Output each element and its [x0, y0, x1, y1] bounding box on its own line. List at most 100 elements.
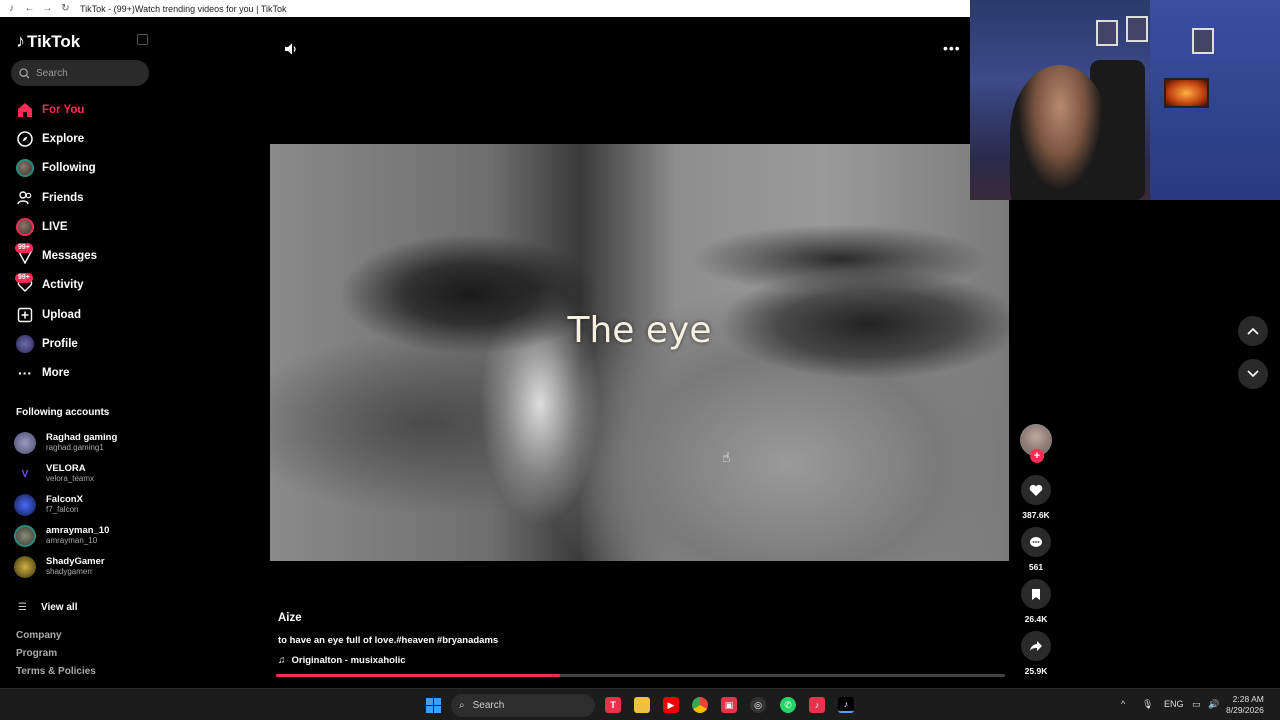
follow-plus-icon[interactable]: + — [1030, 449, 1044, 463]
heart-icon[interactable] — [1021, 475, 1051, 505]
like-action[interactable]: 387.6K — [1016, 475, 1056, 520]
more-options-icon[interactable]: ••• — [943, 40, 961, 56]
nav-item-explore[interactable]: Explore — [0, 124, 160, 153]
app-icon-1[interactable]: T — [605, 697, 621, 713]
bookmark-icon[interactable] — [1021, 579, 1051, 609]
share-action[interactable]: 25.9K — [1016, 631, 1056, 676]
file-explorer-icon[interactable] — [634, 697, 650, 713]
nav-label: LIVE — [42, 220, 68, 233]
display-icon[interactable]: ▭ — [1192, 699, 1201, 710]
app-icon-2[interactable]: ▣ — [721, 697, 737, 713]
nav-label: Activity — [42, 279, 84, 292]
taskbar-search[interactable]: ⌕ Search — [451, 694, 595, 717]
volume-tray-icon[interactable]: 🔊 — [1208, 699, 1219, 710]
search-box[interactable] — [11, 60, 149, 86]
account-item[interactable]: Raghad gaming raghad.gaming1 — [14, 428, 160, 459]
wall-frame — [1096, 20, 1118, 46]
whatsapp-icon[interactable]: ✆ — [780, 697, 796, 713]
clock-date: 8/29/2026 — [1226, 705, 1264, 715]
more-dots-icon: ··· — [18, 365, 32, 382]
tab-title: TikTok - (99+)Watch trending videos for … — [80, 3, 287, 14]
account-item[interactable]: V VELORA velora_teamx — [14, 459, 160, 490]
video-caption: The eye — [567, 310, 712, 351]
tiktok-app-icon[interactable]: ♪ — [809, 697, 825, 713]
compass-icon — [15, 129, 35, 149]
youtube-icon[interactable]: ▶ — [663, 697, 679, 713]
chrome-icon[interactable] — [692, 697, 708, 713]
nav-item-live[interactable]: LIVE — [0, 212, 160, 241]
microphone-icon[interactable]: 🎙 — [1142, 699, 1153, 710]
windows-start-icon[interactable] — [426, 698, 441, 713]
video-player[interactable]: The eye ☝ — [270, 144, 1009, 561]
like-count: 387.6K — [1022, 510, 1050, 520]
nav-label: For You — [42, 103, 85, 116]
video-frame-detail — [690, 224, 990, 294]
live-avatar — [15, 217, 35, 237]
account-handle: shadygamerr — [46, 566, 93, 576]
footer-company-link[interactable]: Company — [16, 630, 62, 641]
search-input[interactable] — [36, 67, 136, 79]
main-nav: For You Explore Following Friends LIVE 9… — [0, 95, 160, 388]
fireplace-screen — [1164, 78, 1209, 108]
account-item[interactable]: amrayman_10 amrayman_10 — [14, 520, 160, 551]
profile-avatar — [15, 334, 35, 354]
share-count: 25.9K — [1024, 666, 1048, 676]
upload-icon — [15, 305, 35, 325]
tiktok-logo[interactable]: ♪ TikTok — [16, 31, 80, 52]
account-item[interactable]: FalconX f7_falcon — [14, 490, 160, 521]
nav-item-for-you[interactable]: For You — [0, 95, 160, 124]
video-progress-fill — [276, 674, 561, 677]
previous-video-button[interactable] — [1238, 316, 1268, 346]
nav-item-more[interactable]: ··· More — [0, 359, 160, 388]
view-all-button[interactable]: ☰ View all — [18, 602, 77, 613]
app-icon-3[interactable]: ◎ — [750, 697, 766, 713]
nav-item-profile[interactable]: Profile — [0, 329, 160, 358]
account-name: FalconX — [46, 493, 83, 505]
wall-frame — [1192, 28, 1214, 54]
following-accounts-title: Following accounts — [16, 407, 110, 418]
video-progress-bar[interactable] — [276, 674, 1005, 677]
account-item[interactable]: ShadyGamer shadygamerr — [14, 551, 160, 582]
nav-item-messages[interactable]: 99+ Messages — [0, 241, 160, 270]
tiktok-active-icon[interactable]: ♪ — [838, 697, 854, 713]
nav-item-upload[interactable]: Upload — [0, 300, 160, 329]
share-icon[interactable] — [1021, 631, 1051, 661]
search-icon: ⌕ — [459, 700, 465, 711]
nav-item-friends[interactable]: Friends — [0, 183, 160, 212]
next-video-button[interactable] — [1238, 359, 1268, 389]
reload-icon[interactable]: ↻ — [59, 2, 72, 15]
comment-icon[interactable] — [1021, 527, 1051, 557]
taskbar-clock[interactable]: 2:28 AM 8/29/2026 — [1226, 694, 1264, 716]
action-column: + — [1016, 424, 1056, 463]
account-handle: amrayman_10 — [46, 535, 98, 545]
save-count: 26.4K — [1024, 614, 1048, 624]
video-author[interactable]: Aize — [278, 612, 302, 624]
nav-item-following[interactable]: Following — [0, 154, 160, 183]
sidebar: ♪ TikTok For You Explore Following — [0, 17, 160, 680]
comment-count: 561 — [1028, 562, 1044, 572]
language-indicator[interactable]: ENG — [1164, 699, 1184, 709]
friends-icon — [15, 188, 35, 208]
footer-program-link[interactable]: Program — [16, 648, 57, 659]
tray-chevron-icon[interactable]: ^ — [1121, 699, 1125, 709]
account-avatar — [14, 493, 36, 516]
creator-avatar[interactable]: + — [1020, 424, 1052, 463]
comment-action[interactable]: 561 — [1016, 527, 1056, 572]
footer-terms-link[interactable]: Terms & Policies — [16, 666, 96, 677]
volume-icon[interactable] — [284, 42, 298, 59]
save-action[interactable]: 26.4K — [1016, 579, 1056, 624]
account-handle: f7_falcon — [46, 504, 79, 514]
forward-icon[interactable]: → — [41, 2, 54, 15]
nav-item-activity[interactable]: 99+ Activity — [0, 271, 160, 300]
music-label: Originalton - musixaholic — [291, 655, 406, 666]
chevron-up-icon — [1247, 327, 1259, 335]
list-icon: ☰ — [18, 602, 27, 613]
video-music[interactable]: ♫ Originalton - musixaholic — [278, 655, 406, 666]
back-icon[interactable]: ← — [23, 2, 36, 15]
taskbar-search-label: Search — [472, 700, 505, 711]
streamer — [1010, 65, 1110, 200]
following-avatar — [15, 158, 35, 178]
nav-label: Following — [42, 162, 96, 175]
collapse-sidebar-icon[interactable] — [137, 34, 148, 45]
account-avatar — [14, 432, 36, 455]
